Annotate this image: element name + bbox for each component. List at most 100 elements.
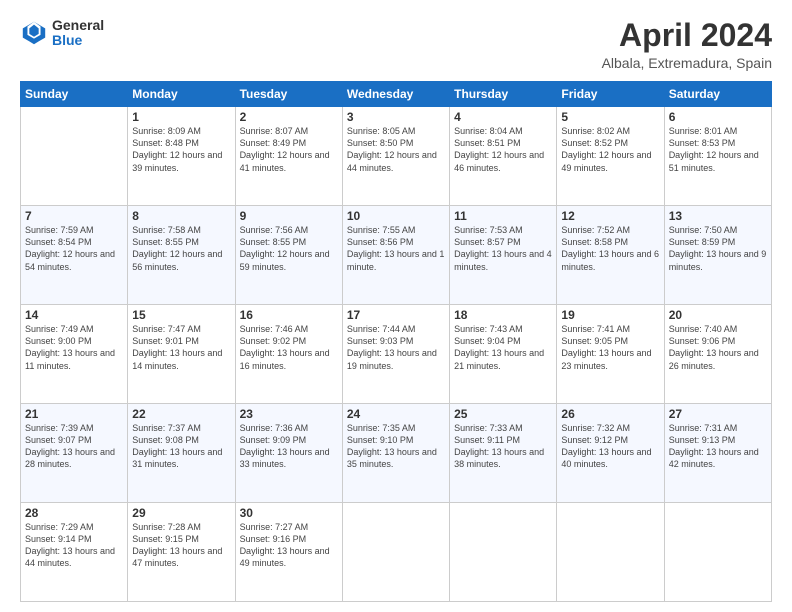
day-number: 8 bbox=[132, 209, 230, 223]
day-info: Sunrise: 7:53 AMSunset: 8:57 PMDaylight:… bbox=[454, 225, 552, 271]
day-number: 21 bbox=[25, 407, 123, 421]
calendar-cell: 10 Sunrise: 7:55 AMSunset: 8:56 PMDayligh… bbox=[342, 206, 449, 305]
day-number: 10 bbox=[347, 209, 445, 223]
calendar-cell: 2 Sunrise: 8:07 AMSunset: 8:49 PMDaylight… bbox=[235, 107, 342, 206]
week-row-1: 1 Sunrise: 8:09 AMSunset: 8:48 PMDaylight… bbox=[21, 107, 772, 206]
day-number: 7 bbox=[25, 209, 123, 223]
weekday-header-thursday: Thursday bbox=[450, 82, 557, 107]
calendar-cell: 6 Sunrise: 8:01 AMSunset: 8:53 PMDaylight… bbox=[664, 107, 771, 206]
calendar-cell: 23 Sunrise: 7:36 AMSunset: 9:09 PMDayligh… bbox=[235, 404, 342, 503]
week-row-4: 21 Sunrise: 7:39 AMSunset: 9:07 PMDayligh… bbox=[21, 404, 772, 503]
day-number: 19 bbox=[561, 308, 659, 322]
day-number: 3 bbox=[347, 110, 445, 124]
day-number: 15 bbox=[132, 308, 230, 322]
week-row-3: 14 Sunrise: 7:49 AMSunset: 9:00 PMDayligh… bbox=[21, 305, 772, 404]
day-info: Sunrise: 7:44 AMSunset: 9:03 PMDaylight:… bbox=[347, 324, 437, 370]
day-number: 12 bbox=[561, 209, 659, 223]
day-info: Sunrise: 7:41 AMSunset: 9:05 PMDaylight:… bbox=[561, 324, 651, 370]
day-number: 23 bbox=[240, 407, 338, 421]
calendar-cell: 25 Sunrise: 7:33 AMSunset: 9:11 PMDayligh… bbox=[450, 404, 557, 503]
calendar-table: SundayMondayTuesdayWednesdayThursdayFrid… bbox=[20, 81, 772, 602]
day-number: 2 bbox=[240, 110, 338, 124]
calendar-cell: 24Sunrise: 7:35 AMSunset: 9:10 PMDayligh… bbox=[342, 404, 449, 503]
day-number: 9 bbox=[240, 209, 338, 223]
calendar-cell: 15Sunrise: 7:47 AMSunset: 9:01 PMDayligh… bbox=[128, 305, 235, 404]
calendar-cell: 5Sunrise: 8:02 AMSunset: 8:52 PMDaylight… bbox=[557, 107, 664, 206]
weekday-header-tuesday: Tuesday bbox=[235, 82, 342, 107]
page-subtitle: Albala, Extremadura, Spain bbox=[602, 55, 772, 71]
calendar-cell: 20 Sunrise: 7:40 AMSunset: 9:06 PMDayligh… bbox=[664, 305, 771, 404]
day-info: Sunrise: 7:33 AMSunset: 9:11 PMDaylight:… bbox=[454, 423, 544, 469]
day-info: Sunrise: 7:31 AMSunset: 9:13 PMDaylight:… bbox=[669, 423, 759, 469]
day-info: Sunrise: 8:04 AMSunset: 8:51 PMDaylight:… bbox=[454, 126, 544, 172]
calendar-cell: 26Sunrise: 7:32 AMSunset: 9:12 PMDayligh… bbox=[557, 404, 664, 503]
day-number: 16 bbox=[240, 308, 338, 322]
header: General Blue April 2024 Albala, Extremad… bbox=[20, 18, 772, 71]
day-info: Sunrise: 7:55 AMSunset: 8:56 PMDaylight:… bbox=[347, 225, 445, 271]
calendar-cell: 12 Sunrise: 7:52 AMSunset: 8:58 PMDayligh… bbox=[557, 206, 664, 305]
calendar-cell: 4Sunrise: 8:04 AMSunset: 8:51 PMDaylight… bbox=[450, 107, 557, 206]
day-info: Sunrise: 8:09 AMSunset: 8:48 PMDaylight:… bbox=[132, 126, 222, 172]
day-info: Sunrise: 8:05 AMSunset: 8:50 PMDaylight:… bbox=[347, 126, 437, 172]
day-number: 30 bbox=[240, 506, 338, 520]
day-number: 11 bbox=[454, 209, 552, 223]
weekday-header-saturday: Saturday bbox=[664, 82, 771, 107]
day-number: 18 bbox=[454, 308, 552, 322]
day-info: Sunrise: 7:36 AMSunset: 9:09 PMDaylight:… bbox=[240, 423, 330, 469]
day-info: Sunrise: 7:29 AMSunset: 9:14 PMDaylight:… bbox=[25, 522, 115, 568]
calendar-cell bbox=[557, 503, 664, 602]
weekday-header-friday: Friday bbox=[557, 82, 664, 107]
day-info: Sunrise: 8:01 AMSunset: 8:53 PMDaylight:… bbox=[669, 126, 759, 172]
calendar-cell: 18 Sunrise: 7:43 AMSunset: 9:04 PMDayligh… bbox=[450, 305, 557, 404]
weekday-header-monday: Monday bbox=[128, 82, 235, 107]
calendar-cell: 16Sunrise: 7:46 AMSunset: 9:02 PMDayligh… bbox=[235, 305, 342, 404]
week-row-5: 28 Sunrise: 7:29 AMSunset: 9:14 PMDayligh… bbox=[21, 503, 772, 602]
weekday-header-row: SundayMondayTuesdayWednesdayThursdayFrid… bbox=[21, 82, 772, 107]
day-number: 20 bbox=[669, 308, 767, 322]
day-number: 6 bbox=[669, 110, 767, 124]
calendar-cell: 3 Sunrise: 8:05 AMSunset: 8:50 PMDaylight… bbox=[342, 107, 449, 206]
day-number: 28 bbox=[25, 506, 123, 520]
day-number: 22 bbox=[132, 407, 230, 421]
title-block: April 2024 Albala, Extremadura, Spain bbox=[602, 18, 772, 71]
day-info: Sunrise: 7:35 AMSunset: 9:10 PMDaylight:… bbox=[347, 423, 437, 469]
calendar-cell: 21 Sunrise: 7:39 AMSunset: 9:07 PMDayligh… bbox=[21, 404, 128, 503]
calendar-cell bbox=[450, 503, 557, 602]
logo-text-blue: Blue bbox=[52, 33, 104, 48]
day-number: 25 bbox=[454, 407, 552, 421]
calendar-cell: 7 Sunrise: 7:59 AMSunset: 8:54 PMDaylight… bbox=[21, 206, 128, 305]
day-info: Sunrise: 7:50 AMSunset: 8:59 PMDaylight:… bbox=[669, 225, 767, 271]
day-info: Sunrise: 7:28 AMSunset: 9:15 PMDaylight:… bbox=[132, 522, 222, 568]
day-info: Sunrise: 8:07 AMSunset: 8:49 PMDaylight:… bbox=[240, 126, 330, 172]
day-number: 14 bbox=[25, 308, 123, 322]
calendar-cell: 13Sunrise: 7:50 AMSunset: 8:59 PMDayligh… bbox=[664, 206, 771, 305]
week-row-2: 7 Sunrise: 7:59 AMSunset: 8:54 PMDaylight… bbox=[21, 206, 772, 305]
day-info: Sunrise: 7:40 AMSunset: 9:06 PMDaylight:… bbox=[669, 324, 759, 370]
weekday-header-wednesday: Wednesday bbox=[342, 82, 449, 107]
day-info: Sunrise: 7:27 AMSunset: 9:16 PMDaylight:… bbox=[240, 522, 330, 568]
day-info: Sunrise: 7:52 AMSunset: 8:58 PMDaylight:… bbox=[561, 225, 659, 271]
calendar-cell: 27Sunrise: 7:31 AMSunset: 9:13 PMDayligh… bbox=[664, 404, 771, 503]
day-number: 17 bbox=[347, 308, 445, 322]
day-info: Sunrise: 7:43 AMSunset: 9:04 PMDaylight:… bbox=[454, 324, 544, 370]
day-info: Sunrise: 7:49 AMSunset: 9:00 PMDaylight:… bbox=[25, 324, 115, 370]
logo-icon bbox=[20, 19, 48, 47]
calendar-cell: 22 Sunrise: 7:37 AMSunset: 9:08 PMDayligh… bbox=[128, 404, 235, 503]
day-info: Sunrise: 7:39 AMSunset: 9:07 PMDaylight:… bbox=[25, 423, 115, 469]
calendar-cell: 29Sunrise: 7:28 AMSunset: 9:15 PMDayligh… bbox=[128, 503, 235, 602]
calendar-cell: 17 Sunrise: 7:44 AMSunset: 9:03 PMDayligh… bbox=[342, 305, 449, 404]
day-number: 1 bbox=[132, 110, 230, 124]
day-info: Sunrise: 7:58 AMSunset: 8:55 PMDaylight:… bbox=[132, 225, 222, 271]
calendar-cell: 9Sunrise: 7:56 AMSunset: 8:55 PMDaylight… bbox=[235, 206, 342, 305]
page-title: April 2024 bbox=[602, 18, 772, 53]
calendar-cell: 11 Sunrise: 7:53 AMSunset: 8:57 PMDayligh… bbox=[450, 206, 557, 305]
calendar-cell bbox=[21, 107, 128, 206]
day-info: Sunrise: 8:02 AMSunset: 8:52 PMDaylight:… bbox=[561, 126, 651, 172]
calendar-cell: 30 Sunrise: 7:27 AMSunset: 9:16 PMDayligh… bbox=[235, 503, 342, 602]
weekday-header-sunday: Sunday bbox=[21, 82, 128, 107]
day-info: Sunrise: 7:37 AMSunset: 9:08 PMDaylight:… bbox=[132, 423, 222, 469]
logo-text-general: General bbox=[52, 18, 104, 33]
day-info: Sunrise: 7:59 AMSunset: 8:54 PMDaylight:… bbox=[25, 225, 115, 271]
calendar-cell: 28 Sunrise: 7:29 AMSunset: 9:14 PMDayligh… bbox=[21, 503, 128, 602]
calendar-cell: 1 Sunrise: 8:09 AMSunset: 8:48 PMDaylight… bbox=[128, 107, 235, 206]
